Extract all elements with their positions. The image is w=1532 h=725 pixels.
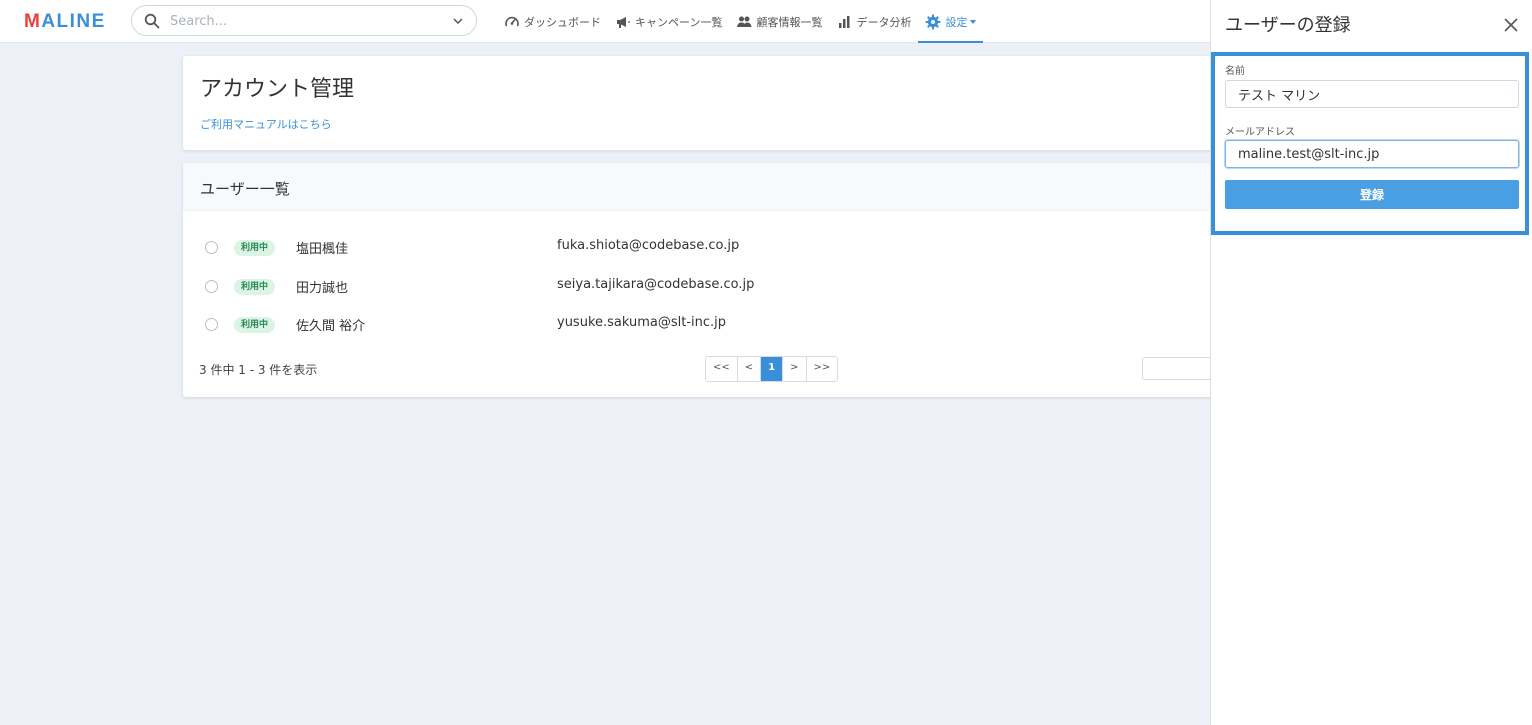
nav-settings[interactable]: 設定: [918, 0, 984, 43]
user-name: 佐久間 裕介: [296, 319, 366, 334]
gauge-icon: [505, 16, 519, 26]
page-current-button[interactable]: 1: [761, 357, 784, 381]
page-first-button[interactable]: <<: [706, 357, 738, 381]
pagination: << < 1 > >>: [705, 356, 839, 382]
status-badge: 利用中: [234, 317, 276, 333]
register-form: 名前 メールアドレス 登録: [1211, 52, 1529, 235]
manual-link[interactable]: ご利用マニュアルはこちら: [200, 116, 332, 132]
nav-label: 顧客情報一覧: [756, 15, 823, 29]
nav-label: キャンペーン一覧: [635, 15, 723, 29]
page-title: アカウント管理: [200, 77, 355, 102]
caret-down-icon: [970, 19, 977, 24]
page-next-button[interactable]: >: [783, 357, 807, 381]
name-label: 名前: [1225, 66, 1245, 77]
status-badge: 利用中: [234, 279, 276, 295]
result-count: 3 件中 1 - 3 件を表示: [199, 363, 318, 377]
user-name: 塩田楓佳: [296, 242, 349, 257]
row-radio[interactable]: [205, 241, 218, 254]
nav-label: ダッシュボード: [524, 15, 601, 29]
table-row[interactable]: 利用中 佐久間 裕介 yusuke.sakuma@slt-inc.jp: [183, 310, 1223, 340]
megaphone-icon: [617, 16, 630, 28]
page-header-card: アカウント管理 ご利用マニュアルはこちら: [183, 56, 1223, 150]
user-name: 田力誠也: [296, 281, 349, 296]
row-radio[interactable]: [205, 280, 218, 293]
search-box[interactable]: [131, 5, 477, 36]
main-nav: ダッシュボード キャンペーン一覧 顧客情報一覧 データ分析 設定: [497, 0, 984, 43]
bar-chart-icon: [839, 15, 850, 28]
user-register-panel: ユーザーの登録 名前 メールアドレス 登録: [1210, 0, 1532, 725]
table-row[interactable]: 利用中 塩田楓佳 fuka.shiota@codebase.co.jp: [183, 233, 1223, 263]
close-icon[interactable]: [1503, 17, 1519, 33]
page-prev-button[interactable]: <: [737, 357, 762, 381]
register-button[interactable]: 登録: [1225, 180, 1519, 209]
search-input[interactable]: [170, 11, 440, 31]
user-list-card: ユーザー一覧 利用中 塩田楓佳 fuka.shiota@codebase.co.…: [183, 163, 1223, 397]
gear-icon: [925, 14, 941, 29]
user-list-title: ユーザー一覧: [200, 180, 290, 198]
chevron-down-icon[interactable]: [452, 15, 464, 27]
maline-logo[interactable]: MALINE: [24, 11, 106, 33]
nav-dashboard[interactable]: ダッシュボード: [497, 0, 608, 43]
page-last-button[interactable]: >>: [806, 357, 838, 381]
row-radio[interactable]: [205, 318, 218, 331]
nav-label: データ分析: [856, 15, 912, 29]
table-row[interactable]: 利用中 田力誠也 seiya.tajikara@codebase.co.jp: [183, 272, 1223, 302]
nav-analytics[interactable]: データ分析: [829, 0, 918, 43]
user-email: fuka.shiota@codebase.co.jp: [557, 238, 740, 253]
email-label: メールアドレス: [1225, 127, 1295, 138]
status-badge: 利用中: [234, 240, 276, 256]
nav-customers[interactable]: 顧客情報一覧: [729, 0, 829, 43]
email-field[interactable]: [1225, 140, 1519, 168]
per-page-select[interactable]: [1142, 357, 1217, 380]
nav-label: 設定: [945, 15, 968, 29]
users-icon: [737, 16, 752, 27]
user-email: yusuke.sakuma@slt-inc.jp: [557, 315, 727, 330]
panel-title: ユーザーの登録: [1225, 15, 1351, 36]
search-icon: [144, 13, 160, 29]
nav-campaigns[interactable]: キャンペーン一覧: [608, 0, 729, 43]
user-email: seiya.tajikara@codebase.co.jp: [557, 277, 755, 292]
name-field[interactable]: [1225, 80, 1519, 108]
user-list-header: ユーザー一覧: [183, 163, 1223, 211]
